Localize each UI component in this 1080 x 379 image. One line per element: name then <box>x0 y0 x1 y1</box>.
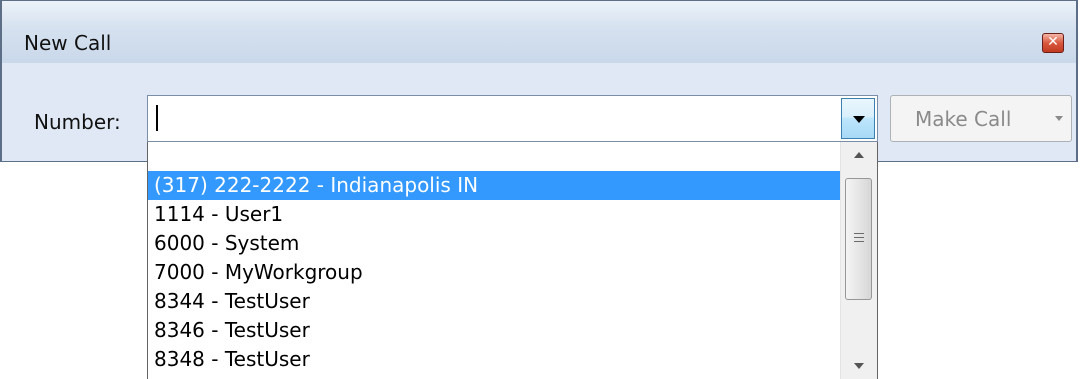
number-label: Number: <box>34 110 121 134</box>
make-call-button[interactable]: Make Call <box>890 95 1072 142</box>
scroll-up-icon <box>854 152 864 158</box>
chevron-down-icon <box>853 116 865 123</box>
scroll-thumb[interactable] <box>845 178 872 300</box>
number-dropdown-list: (317) 222-2222 - Indianapolis IN 1114 - U… <box>147 142 878 379</box>
list-item[interactable]: 8348 - TestUser <box>148 345 840 374</box>
make-call-label: Make Call <box>915 107 1012 131</box>
scroll-up-button[interactable] <box>841 142 877 168</box>
list-item-blank[interactable] <box>148 142 840 171</box>
close-button[interactable]: ✕ <box>1042 33 1064 53</box>
split-arrow-icon[interactable] <box>1055 116 1063 121</box>
grip-line <box>854 241 864 242</box>
grip-line <box>854 233 864 234</box>
number-combobox[interactable] <box>147 95 878 142</box>
text-caret <box>156 105 158 131</box>
title-bar[interactable]: New Call ✕ <box>2 1 1076 63</box>
close-icon: ✕ <box>1047 34 1059 50</box>
list-item[interactable]: 8346 - TestUser <box>148 316 840 345</box>
number-input[interactable] <box>150 98 842 141</box>
scroll-down-icon <box>854 363 864 369</box>
list-item[interactable]: 1114 - User1 <box>148 200 840 229</box>
list-item[interactable]: (317) 222-2222 - Indianapolis IN <box>148 171 840 200</box>
window-title: New Call <box>24 31 112 55</box>
list-item[interactable]: 7000 - MyWorkgroup <box>148 258 840 287</box>
list-item[interactable]: 6000 - System <box>148 229 840 258</box>
list-item[interactable]: 8344 - TestUser <box>148 287 840 316</box>
grip-line <box>854 237 864 238</box>
combo-dropdown-button[interactable] <box>841 98 875 139</box>
dropdown-scrollbar[interactable] <box>840 142 877 379</box>
dropdown-items: (317) 222-2222 - Indianapolis IN 1114 - U… <box>148 142 840 374</box>
scroll-down-button[interactable] <box>841 353 877 379</box>
